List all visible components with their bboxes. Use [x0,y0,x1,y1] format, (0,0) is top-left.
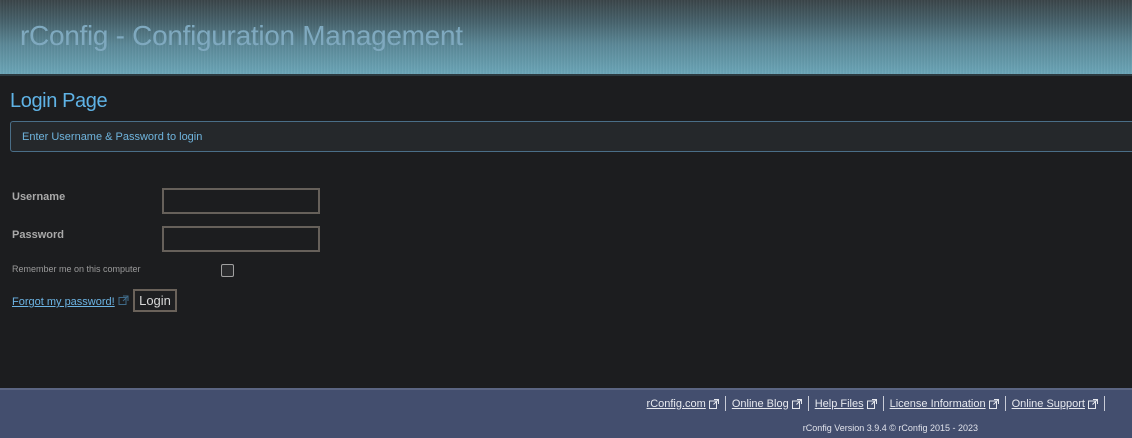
info-message: Enter Username & Password to login [22,131,203,143]
username-input[interactable] [162,188,320,214]
separator [882,396,884,411]
footer-link-rconfig[interactable]: rConfig.com [647,398,719,410]
external-link-icon [791,398,802,409]
footer-link-support[interactable]: Online Support [1012,398,1098,410]
separator [724,396,726,411]
external-link-icon [1088,398,1098,409]
password-input[interactable] [162,226,320,252]
separator [1104,396,1105,411]
username-label: Username [12,191,66,203]
footer-link-license[interactable]: License Information [890,398,999,410]
external-link-icon [118,295,129,305]
footer-link-label: rConfig.com [646,397,706,410]
remember-me-label: Remember me on this computer [12,264,141,274]
footer-link-label: Online Support [1011,397,1085,410]
password-label: Password [12,229,64,241]
external-link-icon [866,398,877,409]
separator [807,396,809,411]
footer-link-label: License Information [889,397,986,410]
main-content: Login Page Enter Username & Password to … [0,78,1132,388]
separator [1004,396,1006,411]
app-title: rConfig - Configuration Management [20,20,463,51]
footer-link-label: Help Files [814,397,864,410]
app-header: rConfig - Configuration Management [0,0,1132,76]
external-link-icon [708,398,719,409]
login-button[interactable]: Login [133,289,177,312]
footer-link-help[interactable]: Help Files [815,398,877,410]
page-title: Login Page [10,90,108,112]
forgot-password-link[interactable]: Forgot my password! [12,296,115,308]
footer: rConfig.com Online Blog Help Files Licen… [0,388,1132,438]
info-message-box: Enter Username & Password to login [10,121,1132,152]
footer-links: rConfig.com Online Blog Help Files Licen… [647,396,1111,411]
version-text: rConfig Version 3.9.4 © rConfig 2015 - 2… [802,423,978,433]
remember-me-checkbox[interactable] [221,264,234,277]
footer-link-blog[interactable]: Online Blog [732,398,802,410]
footer-link-label: Online Blog [731,397,789,410]
external-link-icon [988,398,999,409]
